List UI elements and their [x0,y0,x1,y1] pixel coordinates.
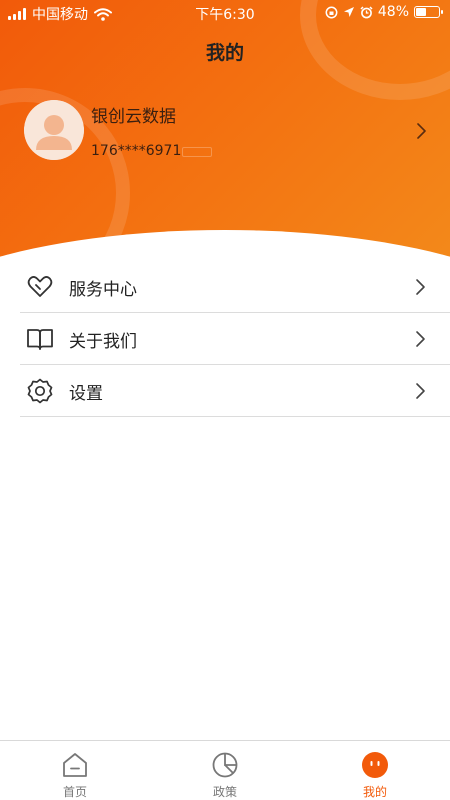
profile-card[interactable]: 银创云数据 176****6971 [24,100,444,160]
user-name: 银创云数据 [91,107,176,127]
battery-icon [414,6,443,18]
user-avatar-icon [24,100,84,160]
location-arrow-icon [343,7,354,17]
pie-chart-icon [212,752,238,778]
menu-item-label: 设置 [69,384,103,404]
profile-icon [362,752,388,778]
tab-policy[interactable]: 政策 [150,741,300,800]
menu-item-service-center[interactable]: 服务中心 [20,261,450,313]
bottom-tab-bar: 首页 政策 我的 [0,740,450,800]
book-icon [27,329,53,350]
battery-level [416,8,426,16]
home-icon [63,753,87,777]
chevron-right-icon [416,331,425,347]
user-phone: 176****6971 [91,143,182,159]
gear-icon [27,378,53,404]
tab-label: 首页 [62,785,87,799]
rotation-lock-icon [325,6,338,18]
settings-menu: 服务中心 关于我们 设置 [20,261,450,417]
menu-item-about-us[interactable]: 关于我们 [20,313,450,365]
heart-icon [27,276,53,297]
menu-item-label: 服务中心 [69,280,137,300]
avatar[interactable] [24,100,84,160]
battery-percent: 48% [377,4,409,20]
phone-badge [182,147,212,157]
chevron-right-icon[interactable] [416,122,428,140]
page-title: 我的 [205,42,244,64]
tab-mine[interactable]: 我的 [300,741,450,800]
tab-label: 我的 [362,785,387,799]
menu-item-label: 关于我们 [69,332,137,352]
chevron-right-icon [416,279,425,295]
alarm-icon [360,5,373,18]
tab-home[interactable]: 首页 [0,741,150,800]
menu-item-settings[interactable]: 设置 [20,365,450,417]
chevron-right-icon [416,383,425,399]
tab-label: 政策 [212,785,237,799]
status-bar: 中国移动 下午6:30 48% [0,0,450,26]
